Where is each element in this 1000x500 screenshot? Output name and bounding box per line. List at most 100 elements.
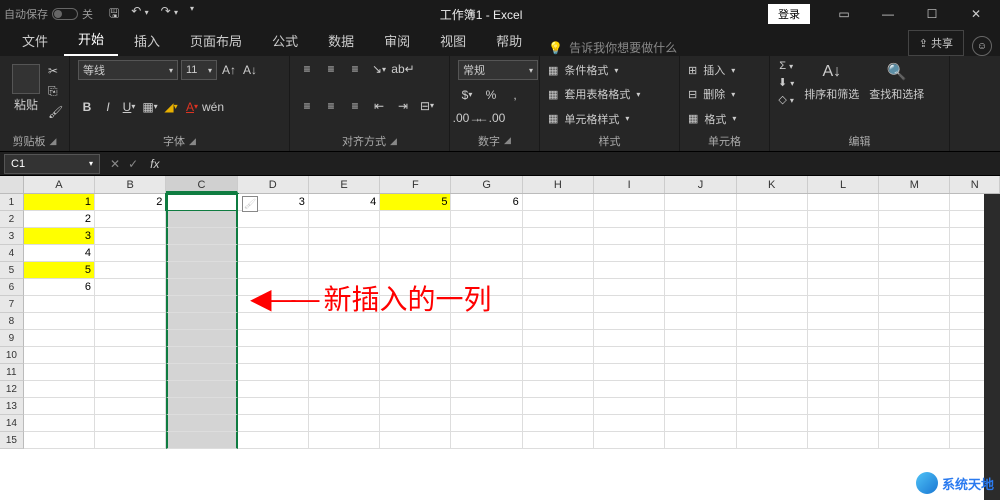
cell-M10[interactable]: [879, 347, 950, 364]
cell-J7[interactable]: [665, 296, 736, 313]
col-header-M[interactable]: M: [879, 176, 950, 193]
cell-D15[interactable]: [238, 432, 309, 449]
cell-C11[interactable]: [166, 364, 237, 381]
cell-I6[interactable]: [594, 279, 665, 296]
cell-M5[interactable]: [879, 262, 950, 279]
cell-H3[interactable]: [523, 228, 594, 245]
bold-icon[interactable]: B: [78, 98, 96, 116]
comma-icon[interactable]: ,: [506, 86, 524, 104]
row-header-3[interactable]: 3: [0, 228, 24, 245]
cell-M1[interactable]: [879, 194, 950, 211]
col-header-I[interactable]: I: [594, 176, 665, 193]
cell-J10[interactable]: [665, 347, 736, 364]
decrease-font-icon[interactable]: A↓: [241, 61, 259, 79]
cell-L8[interactable]: [808, 313, 879, 330]
row-header-8[interactable]: 8: [0, 313, 24, 330]
cell-A14[interactable]: [24, 415, 95, 432]
formula-bar[interactable]: [173, 154, 1000, 174]
conditional-format-button[interactable]: ▦条件格式▾: [548, 60, 671, 80]
decrease-indent-icon[interactable]: ⇤: [370, 97, 388, 115]
cell-E9[interactable]: [309, 330, 380, 347]
feedback-icon[interactable]: ☺: [972, 36, 992, 56]
cell-L15[interactable]: [808, 432, 879, 449]
cell-C12[interactable]: [166, 381, 237, 398]
wrap-text-icon[interactable]: ab↵: [394, 60, 412, 78]
cell-J2[interactable]: [665, 211, 736, 228]
cell-B12[interactable]: [95, 381, 166, 398]
cell-D9[interactable]: [238, 330, 309, 347]
cell-K6[interactable]: [737, 279, 808, 296]
cell-K4[interactable]: [737, 245, 808, 262]
cell-B10[interactable]: [95, 347, 166, 364]
cell-H11[interactable]: [523, 364, 594, 381]
insert-options-icon[interactable]: 🖌: [242, 196, 258, 212]
align-right-icon[interactable]: ≡: [346, 97, 364, 115]
cell-C7[interactable]: [166, 296, 237, 313]
cell-A7[interactable]: [24, 296, 95, 313]
cell-K15[interactable]: [737, 432, 808, 449]
cell-M4[interactable]: [879, 245, 950, 262]
number-launcher-icon[interactable]: ◢: [504, 135, 511, 146]
cell-M6[interactable]: [879, 279, 950, 296]
col-header-J[interactable]: J: [665, 176, 736, 193]
cell-G5[interactable]: [451, 262, 522, 279]
cell-C8[interactable]: [166, 313, 237, 330]
cell-C15[interactable]: [166, 432, 237, 449]
vertical-scrollbar[interactable]: [984, 194, 1000, 500]
cell-G1[interactable]: 6: [451, 194, 522, 211]
cell-J5[interactable]: [665, 262, 736, 279]
cell-D14[interactable]: [238, 415, 309, 432]
cell-E12[interactable]: [309, 381, 380, 398]
cell-I3[interactable]: [594, 228, 665, 245]
worksheet-grid[interactable]: ABCDEFGHIJKLMN 1123456223344556678910111…: [0, 176, 1000, 500]
cell-I1[interactable]: [594, 194, 665, 211]
tab-insert[interactable]: 插入: [120, 25, 174, 56]
col-header-B[interactable]: B: [95, 176, 166, 193]
cell-J3[interactable]: [665, 228, 736, 245]
cell-M7[interactable]: [879, 296, 950, 313]
cell-L6[interactable]: [808, 279, 879, 296]
redo-icon[interactable]: ↷ ▾: [161, 4, 178, 25]
cell-L3[interactable]: [808, 228, 879, 245]
col-header-D[interactable]: D: [238, 176, 309, 193]
cell-L13[interactable]: [808, 398, 879, 415]
cell-K12[interactable]: [737, 381, 808, 398]
cell-L1[interactable]: [808, 194, 879, 211]
cell-B14[interactable]: [95, 415, 166, 432]
tab-home[interactable]: 开始: [64, 23, 118, 56]
cell-I10[interactable]: [594, 347, 665, 364]
cell-L11[interactable]: [808, 364, 879, 381]
cell-K11[interactable]: [737, 364, 808, 381]
cell-C5[interactable]: [166, 262, 237, 279]
cell-E2[interactable]: [309, 211, 380, 228]
cell-H5[interactable]: [523, 262, 594, 279]
cell-H8[interactable]: [523, 313, 594, 330]
col-header-A[interactable]: A: [24, 176, 95, 193]
cell-F1[interactable]: 5: [380, 194, 451, 211]
cell-D2[interactable]: [238, 211, 309, 228]
cell-M11[interactable]: [879, 364, 950, 381]
cell-E11[interactable]: [309, 364, 380, 381]
row-header-6[interactable]: 6: [0, 279, 24, 296]
cell-G12[interactable]: [451, 381, 522, 398]
cell-M14[interactable]: [879, 415, 950, 432]
cell-G4[interactable]: [451, 245, 522, 262]
cell-B4[interactable]: [95, 245, 166, 262]
clipboard-launcher-icon[interactable]: ◢: [50, 136, 57, 147]
cell-C1[interactable]: [166, 194, 237, 211]
cell-K13[interactable]: [737, 398, 808, 415]
cancel-formula-icon[interactable]: ✕: [110, 157, 120, 171]
cell-J11[interactable]: [665, 364, 736, 381]
cell-I5[interactable]: [594, 262, 665, 279]
cell-J1[interactable]: [665, 194, 736, 211]
cell-K3[interactable]: [737, 228, 808, 245]
cell-G14[interactable]: [451, 415, 522, 432]
cell-D12[interactable]: [238, 381, 309, 398]
cell-J12[interactable]: [665, 381, 736, 398]
cell-K2[interactable]: [737, 211, 808, 228]
font-color-icon[interactable]: A▾: [183, 98, 201, 116]
cell-A13[interactable]: [24, 398, 95, 415]
fx-icon[interactable]: fx: [146, 157, 163, 171]
cell-A15[interactable]: [24, 432, 95, 449]
cell-E3[interactable]: [309, 228, 380, 245]
